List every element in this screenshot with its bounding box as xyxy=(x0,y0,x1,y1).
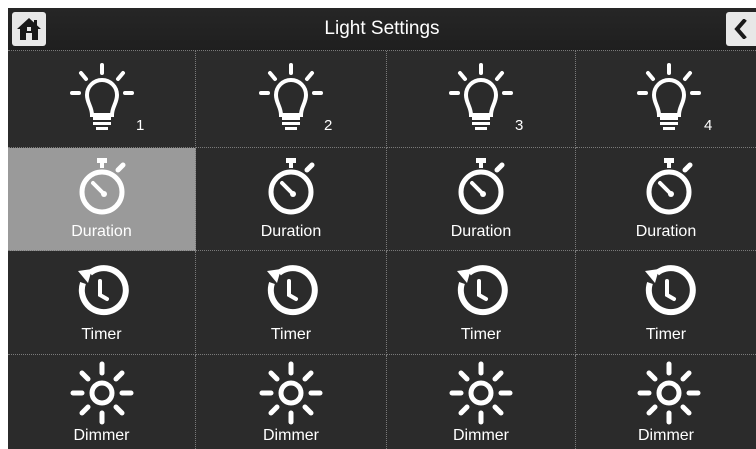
dimmer-label: Dimmer xyxy=(453,427,509,444)
timer-label: Timer xyxy=(645,326,687,343)
dimmer-label: Dimmer xyxy=(73,427,130,444)
timer-icon xyxy=(645,265,696,316)
duration-label: Duration xyxy=(71,223,132,240)
timer-label: Timer xyxy=(81,326,122,343)
home-button[interactable] xyxy=(12,12,46,46)
light-bulb-icon xyxy=(259,63,323,130)
screen: Light Settings 1 2 3 4 Duration Duration… xyxy=(8,8,756,449)
dimmer-label: Dimmer xyxy=(638,427,694,444)
timer-button-2[interactable]: Timer xyxy=(196,251,387,355)
timer-icon xyxy=(457,265,508,316)
light-1-cell[interactable]: 1 xyxy=(8,51,196,148)
light-bulb-icon xyxy=(70,63,134,130)
duration-button-3[interactable]: Duration xyxy=(387,148,576,251)
light-3-cell[interactable]: 3 xyxy=(387,51,576,148)
timer-icon xyxy=(267,265,318,316)
home-icon xyxy=(17,18,41,40)
header-bar: Light Settings xyxy=(8,8,756,51)
duration-button-2[interactable]: Duration xyxy=(196,148,387,251)
sun-icon xyxy=(70,361,134,425)
duration-label: Duration xyxy=(260,223,322,240)
light-number: 1 xyxy=(136,117,145,134)
light-2-cell[interactable]: 2 xyxy=(196,51,387,148)
timer-button-1[interactable]: Timer xyxy=(8,251,196,355)
timer-button-3[interactable]: Timer xyxy=(387,251,576,355)
duration-button-1[interactable]: Duration xyxy=(8,148,196,251)
dimmer-label: Dimmer xyxy=(263,427,319,444)
light-settings-grid: 1 2 3 4 Duration Duration Duration Durat… xyxy=(8,51,756,449)
dimmer-button-4[interactable]: Dimmer xyxy=(576,355,756,449)
sun-icon xyxy=(259,361,323,425)
light-bulb-icon xyxy=(449,63,513,130)
stopwatch-icon xyxy=(458,158,505,215)
timer-button-4[interactable]: Timer xyxy=(576,251,756,355)
timer-label: Timer xyxy=(270,326,312,343)
light-number: 4 xyxy=(704,117,713,134)
sun-icon xyxy=(449,361,513,425)
stopwatch-icon xyxy=(646,158,693,215)
light-4-cell[interactable]: 4 xyxy=(576,51,756,148)
dimmer-button-2[interactable]: Dimmer xyxy=(196,355,387,449)
dimmer-button-3[interactable]: Dimmer xyxy=(387,355,576,449)
page-title: Light Settings xyxy=(324,18,440,39)
timer-label: Timer xyxy=(460,326,502,343)
duration-button-4[interactable]: Duration xyxy=(576,148,756,251)
timer-icon xyxy=(78,265,129,316)
stopwatch-icon xyxy=(268,158,315,215)
stopwatch-icon xyxy=(79,158,126,215)
sun-icon xyxy=(637,361,701,425)
duration-label: Duration xyxy=(635,223,697,240)
duration-label: Duration xyxy=(450,223,512,240)
light-bulb-icon xyxy=(637,63,701,130)
back-button[interactable] xyxy=(726,12,756,46)
light-number: 3 xyxy=(515,117,524,134)
dimmer-button-1[interactable]: Dimmer xyxy=(8,355,196,449)
chevron-left-icon xyxy=(734,19,747,39)
light-number: 2 xyxy=(324,117,333,134)
